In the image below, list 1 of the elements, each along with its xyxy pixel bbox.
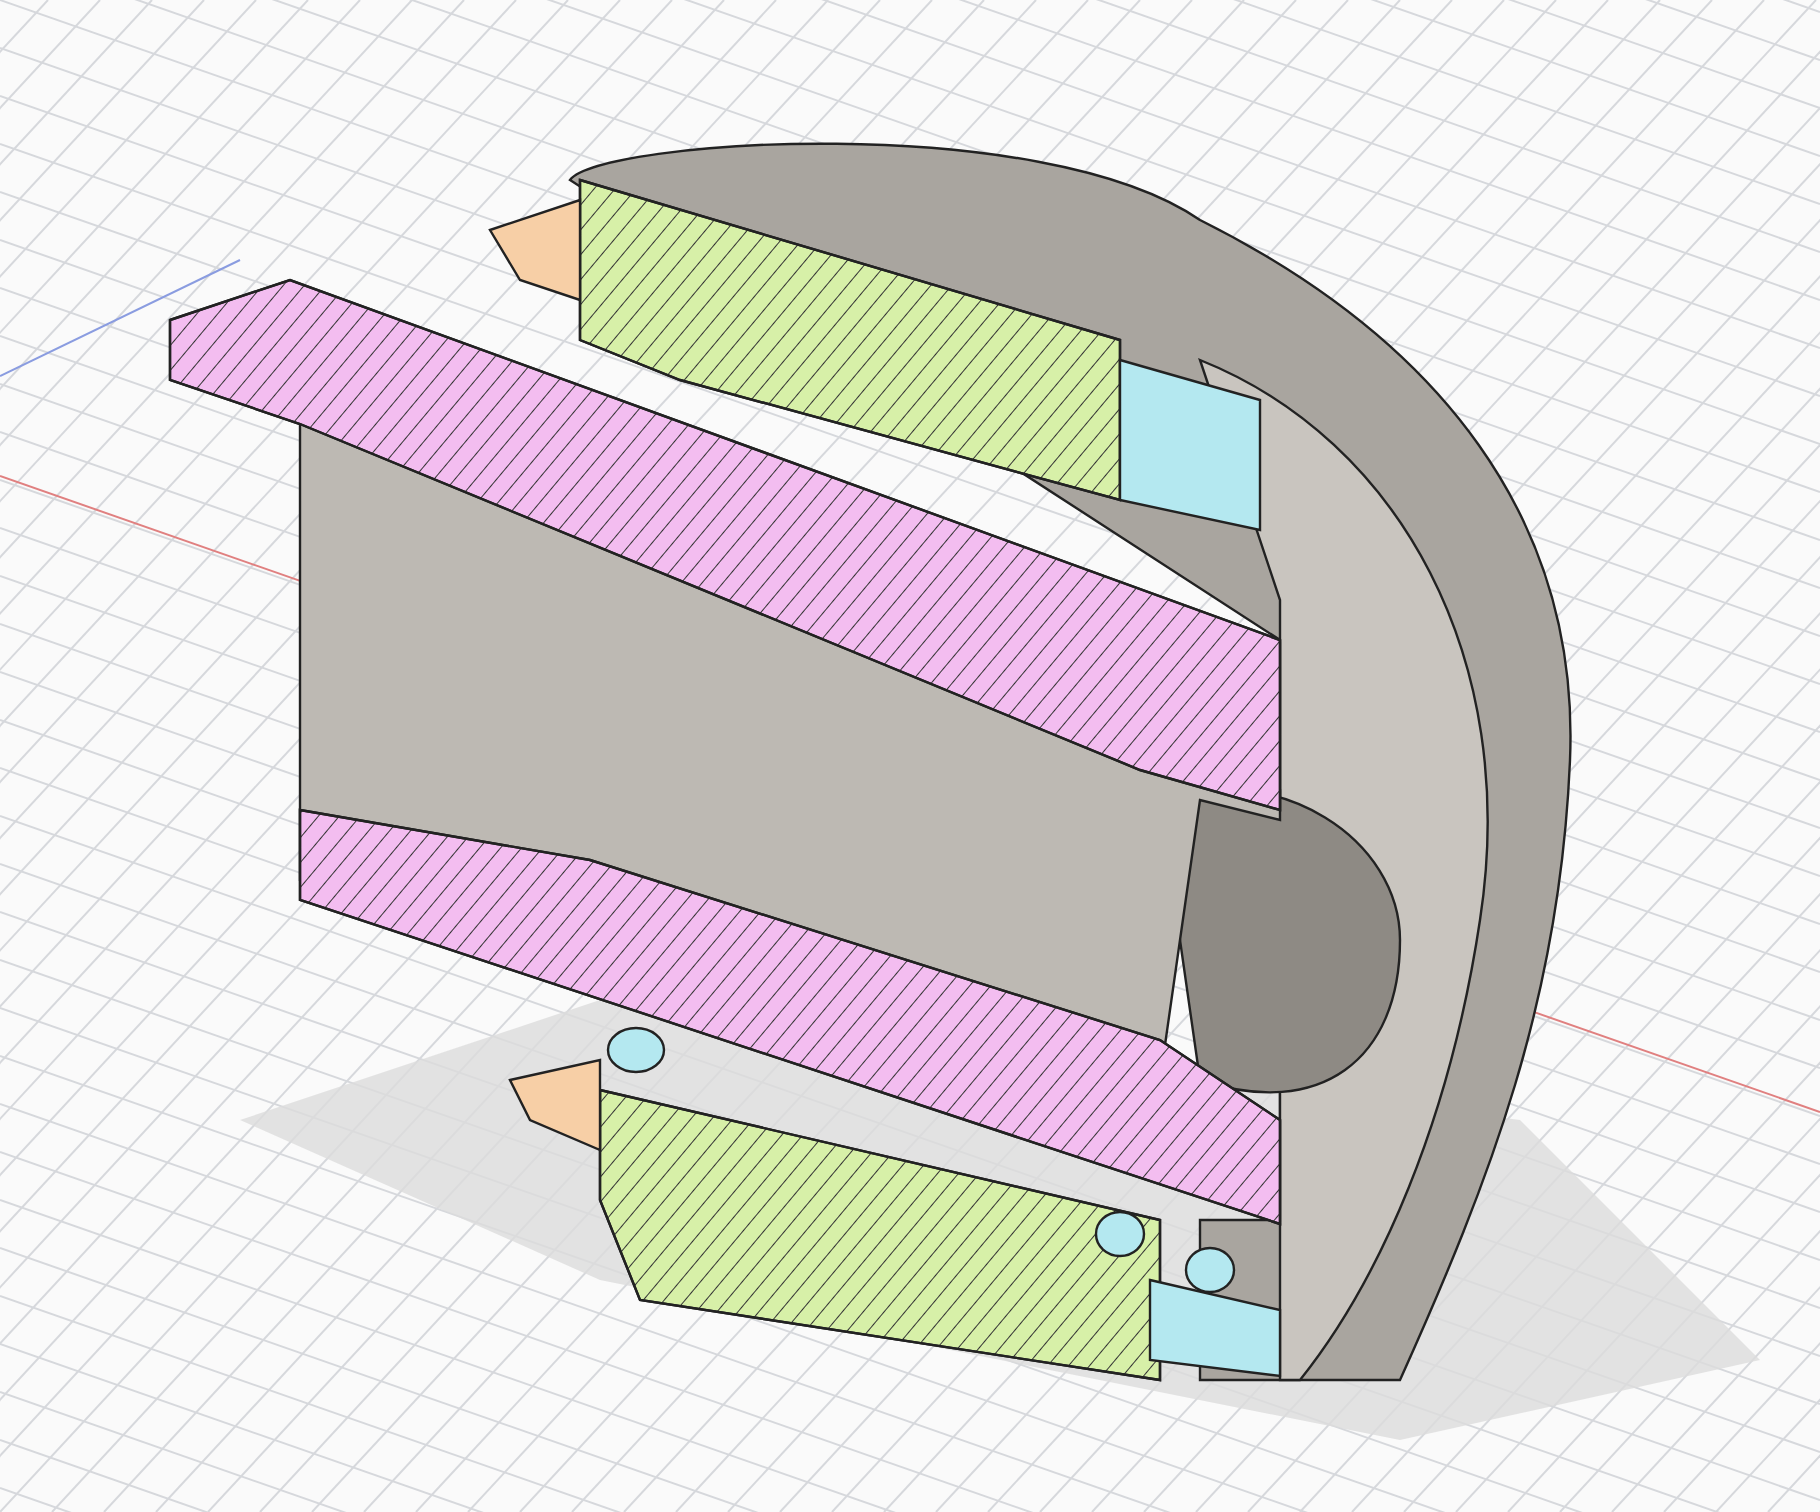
cad-viewport[interactable] xyxy=(0,0,1820,1512)
